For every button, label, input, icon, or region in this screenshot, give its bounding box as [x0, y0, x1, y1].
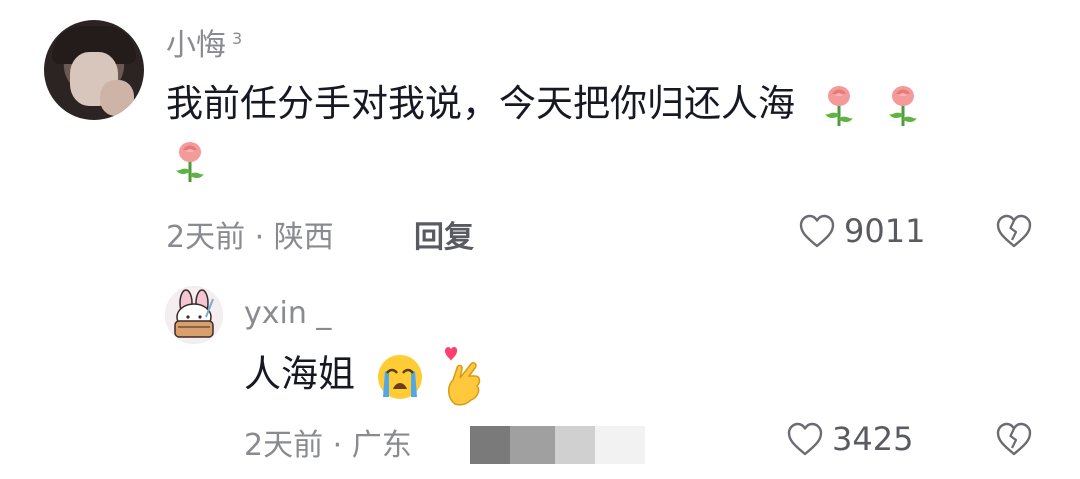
- broken-heart-icon[interactable]: [994, 420, 1034, 458]
- reply-button[interactable]: 回复: [414, 212, 474, 256]
- broken-heart-icon[interactable]: [994, 212, 1034, 250]
- like-count: 3425: [832, 420, 914, 458]
- like-button[interactable]: 3425: [786, 420, 913, 458]
- reply-text: 人海姐: [244, 346, 487, 406]
- comment-time-location: 2天前 · 陕西: [166, 220, 334, 255]
- user-level-badge: 3: [232, 29, 243, 48]
- rose-icon: [824, 85, 853, 126]
- reply-time-location: 2天前 · 广东: [244, 428, 412, 463]
- rose-icon: [888, 85, 917, 126]
- heart-icon: [787, 422, 823, 456]
- rose-icon: [176, 141, 204, 182]
- avatar[interactable]: [165, 286, 223, 344]
- crying-face-icon: [377, 355, 422, 399]
- mosaic-overlay: [470, 426, 645, 464]
- avatar[interactable]: [44, 20, 144, 120]
- like-count: 9011: [844, 212, 926, 250]
- comment-username[interactable]: 小悔 3: [166, 20, 242, 64]
- comment-text: 我前任分手对我说，今天把你归还人海: [166, 76, 1006, 188]
- finger-heart-icon: [444, 347, 480, 406]
- bunny-bath-icon: [174, 289, 214, 338]
- reply-username[interactable]: yxin _: [244, 296, 331, 331]
- heart-icon: [799, 214, 835, 248]
- like-button[interactable]: 9011: [798, 212, 925, 250]
